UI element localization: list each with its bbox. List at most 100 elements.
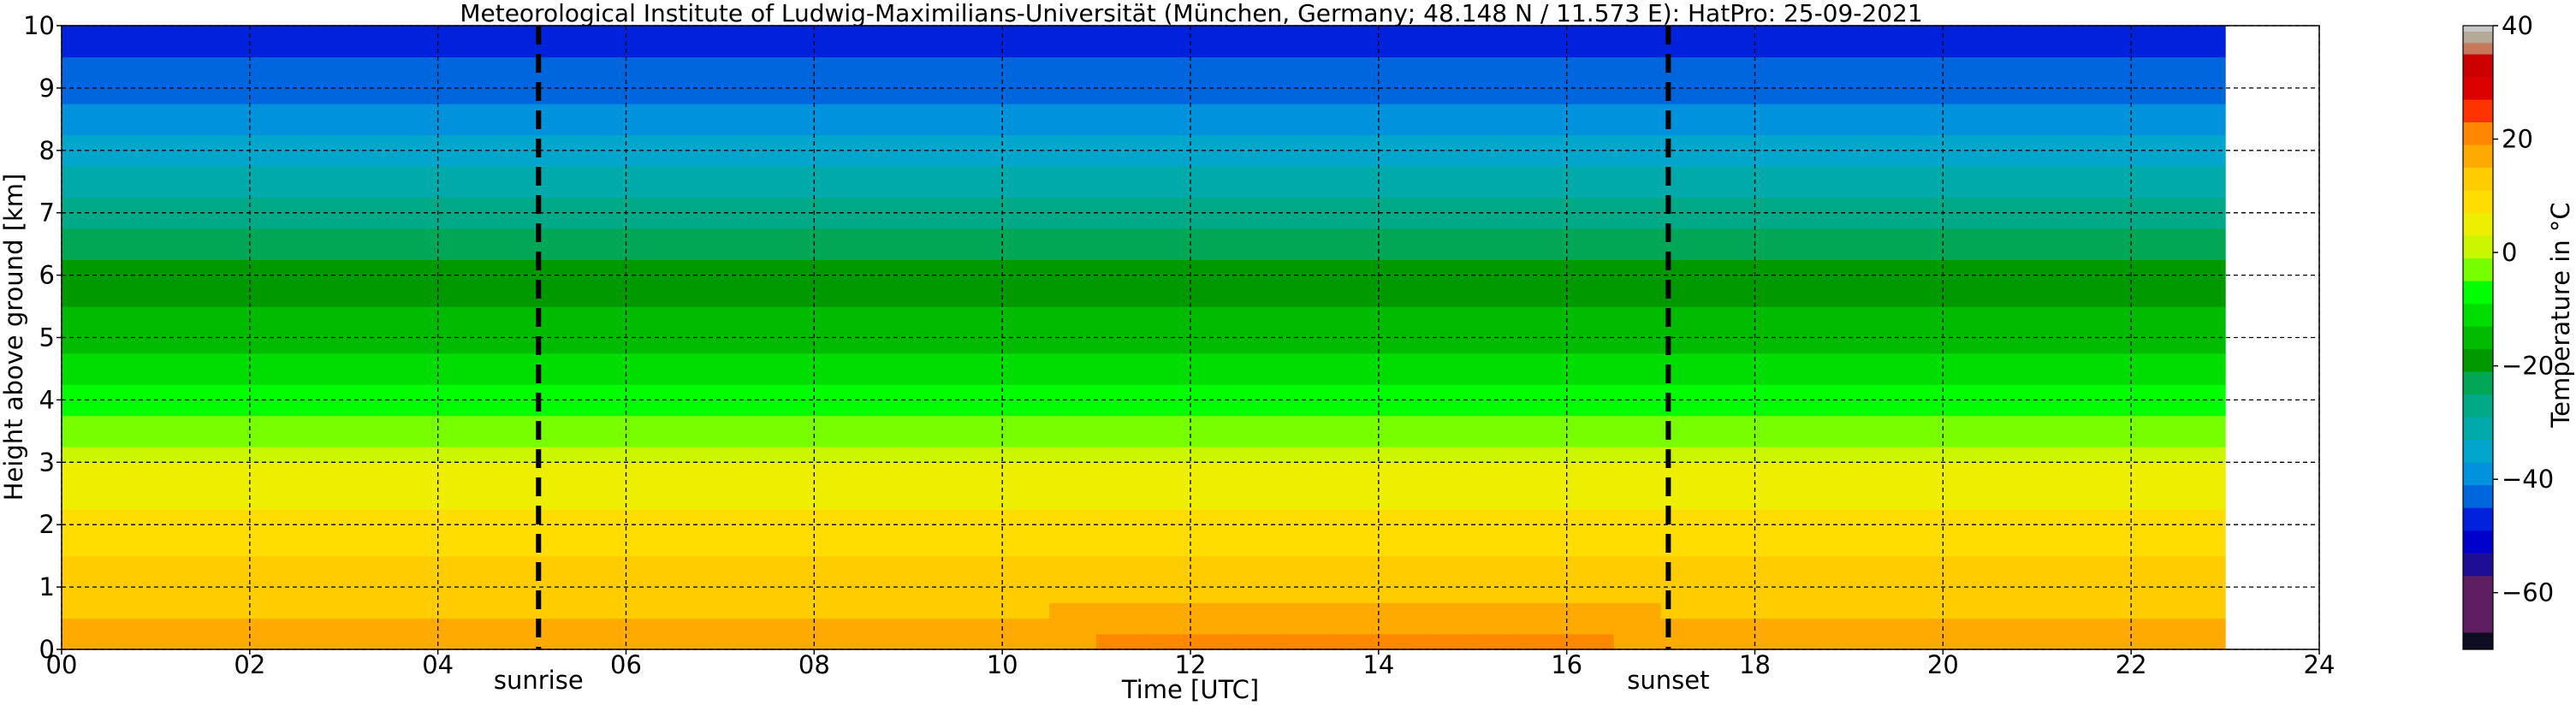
heatmap-cell (249, 540, 298, 557)
heatmap-cell (1613, 290, 1662, 307)
heatmap-cell (1896, 602, 1944, 619)
heatmap-cell (62, 259, 110, 276)
heatmap-cell (202, 119, 251, 136)
colorbar-title: Temperature in °C (2546, 202, 2575, 428)
heatmap-cell (1849, 587, 1896, 603)
heatmap-cell (1049, 430, 1097, 447)
heatmap-cell (720, 462, 768, 479)
heatmap-cell (626, 587, 674, 603)
heatmap-cell (2037, 181, 2085, 198)
heatmap-cell (296, 275, 345, 292)
heatmap-cell (108, 524, 157, 542)
heatmap-cell (1237, 41, 1285, 58)
heatmap-cell (1801, 244, 1850, 260)
heatmap-cell (1002, 322, 1050, 339)
heatmap-cell (1096, 290, 1144, 307)
heatmap-cell (296, 400, 345, 417)
heatmap-cell (437, 26, 486, 42)
heatmap-cell (2131, 41, 2179, 58)
heatmap-cell (955, 56, 1003, 74)
heatmap-cell (1801, 633, 1850, 650)
heatmap-cell (1284, 462, 1333, 479)
colorbar-segment (2463, 190, 2493, 214)
heatmap-cell (1190, 306, 1238, 323)
heatmap-cell (673, 587, 721, 603)
heatmap-cell (108, 540, 157, 557)
colorbar-segment (2463, 507, 2493, 531)
heatmap-cell (908, 87, 956, 104)
sunset-label: sunset (1627, 666, 1709, 695)
heatmap-cell (1519, 228, 1568, 245)
heatmap-cell (1849, 56, 1896, 74)
heatmap-cell (1943, 181, 1991, 198)
heatmap-cell (955, 134, 1003, 151)
heatmap-cell (1472, 259, 1521, 276)
heatmap-cell (1284, 337, 1333, 354)
heatmap-cell (1237, 104, 1285, 120)
heatmap-cell (1613, 119, 1662, 136)
heatmap-cell (1284, 228, 1333, 245)
heatmap-cell (1707, 540, 1756, 557)
heatmap-cell (1801, 524, 1850, 542)
heatmap-cell (1849, 618, 1896, 635)
heatmap-cell (1002, 244, 1050, 260)
heatmap-cell (814, 119, 862, 136)
heatmap-cell (1143, 400, 1191, 417)
heatmap-cell (2037, 447, 2085, 463)
heatmap-cell (1801, 306, 1850, 323)
heatmap-cell (908, 447, 956, 463)
heatmap-cell (1613, 104, 1662, 120)
heatmap-cell (814, 104, 862, 120)
heatmap-cell (1896, 56, 1944, 74)
heatmap-cell (767, 555, 815, 572)
heatmap-cell (1331, 244, 1380, 260)
heatmap-cell (2178, 104, 2226, 120)
heatmap-cell (1237, 166, 1285, 182)
heatmap-cell (1754, 508, 1803, 525)
heatmap-cell (767, 119, 815, 136)
heatmap-cell (1896, 524, 1944, 542)
heatmap-cell (1425, 275, 1474, 292)
heatmap-cell (626, 275, 674, 292)
heatmap-cell (673, 259, 721, 276)
heatmap-cell (1896, 104, 1944, 120)
heatmap-cell (673, 41, 721, 58)
heatmap-cell (720, 602, 768, 619)
heatmap-cell (249, 462, 298, 479)
heatmap-cell (1237, 337, 1285, 354)
heatmap-cell (1613, 555, 1662, 572)
heatmap-cell (1425, 384, 1474, 400)
heatmap-cell (673, 400, 721, 417)
heatmap-cell (1849, 72, 1896, 89)
heatmap-cell (1990, 87, 2038, 104)
heatmap-cell (2131, 244, 2179, 260)
heatmap-cell (1425, 587, 1474, 603)
heatmap-cell (2037, 337, 2085, 354)
heatmap-cell (1002, 384, 1050, 400)
heatmap-cell (1002, 352, 1050, 370)
heatmap-cell (1754, 26, 1803, 42)
heatmap-cell (390, 134, 439, 151)
heatmap-cell (1237, 555, 1285, 572)
heatmap-cell (437, 290, 486, 307)
heatmap-cell (296, 166, 345, 182)
colorbar-segment (2463, 394, 2493, 418)
heatmap-cell (955, 587, 1003, 603)
heatmap-cell (908, 430, 956, 447)
heatmap-cell (1049, 56, 1097, 74)
heatmap-cell (908, 337, 956, 354)
heatmap-cell (767, 41, 815, 58)
heatmap-cell (1801, 322, 1850, 339)
heatmap-cell (1237, 633, 1285, 650)
heatmap-cell (1896, 571, 1944, 588)
heatmap-cell (108, 134, 157, 151)
heatmap-cell (1002, 275, 1050, 292)
heatmap-cell (2084, 384, 2132, 400)
heatmap-cell (1331, 72, 1380, 89)
heatmap-cell (1378, 602, 1427, 619)
heatmap-cell (1566, 618, 1615, 635)
heatmap-cell (1143, 368, 1191, 385)
heatmap-cell (814, 322, 862, 339)
heatmap-cell (1943, 166, 1991, 182)
heatmap-cell (1943, 197, 1991, 214)
